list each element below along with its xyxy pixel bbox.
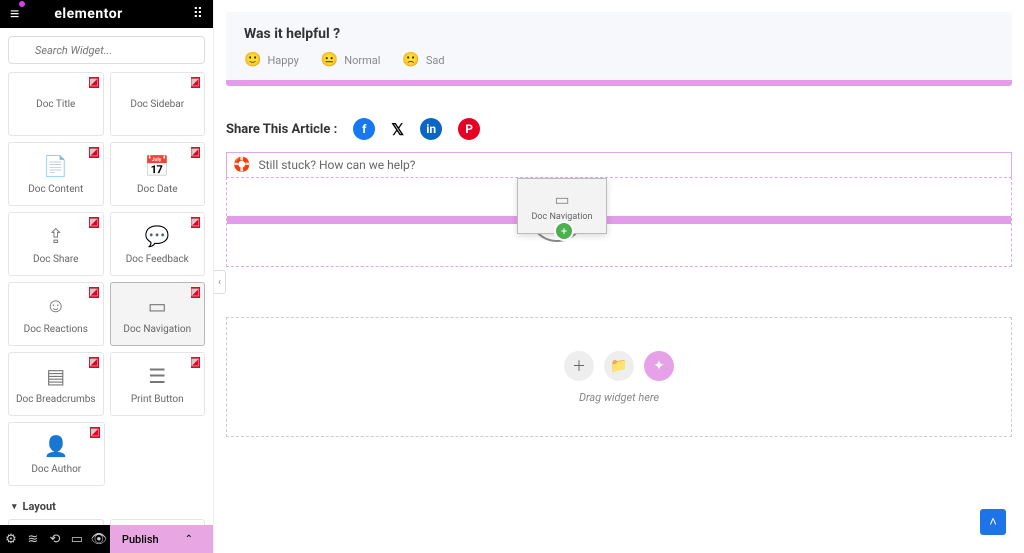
doc-navigation-icon: ▭ bbox=[148, 294, 167, 318]
doc-share-icon: ⇪ bbox=[47, 224, 64, 248]
widget-label: Doc Content bbox=[28, 184, 83, 195]
doc-author-icon: 👤 bbox=[44, 434, 69, 458]
editor-sidebar: ≡ elementor ⠿ 🔍 ◩ Doc Title ◩ Doc Sidebar … bbox=[0, 0, 214, 553]
widget-label: Doc Navigation bbox=[123, 324, 191, 335]
ghost-label: Doc Navigation bbox=[532, 212, 593, 222]
widget-container[interactable]: ▭ bbox=[8, 519, 104, 525]
widget-label: Doc Title bbox=[36, 99, 75, 110]
chevron-up-icon[interactable]: ⌃ bbox=[185, 534, 193, 545]
active-section[interactable]: ▭ Doc Navigation + bbox=[226, 177, 1012, 267]
widget-doc-content[interactable]: ◩ 📄 Doc Content bbox=[8, 142, 104, 206]
widget-doc-navigation[interactable]: ◩ ▭ Doc Navigation bbox=[110, 282, 206, 346]
pin-icon: ◩ bbox=[191, 357, 200, 368]
pin-icon: ◩ bbox=[89, 77, 98, 88]
widget-label: Doc Reactions bbox=[24, 324, 88, 335]
dropzone-text: Drag widget here bbox=[579, 391, 659, 404]
widget-panel: ◩ Doc Title ◩ Doc Sidebar ◩ 📄 Doc Content ◩ 📅… bbox=[0, 72, 213, 525]
sad-icon: 🙁 bbox=[402, 52, 419, 68]
pin-icon: ◩ bbox=[89, 357, 98, 368]
support-icon: 🛟 bbox=[233, 157, 250, 173]
add-icon: + bbox=[556, 223, 572, 239]
widget-doc-reactions[interactable]: ◩ ☺ Doc Reactions bbox=[8, 282, 104, 346]
happy-icon: 🙂 bbox=[244, 52, 261, 68]
pin-icon: ◩ bbox=[191, 77, 200, 88]
widget-label: Doc Breadcrumbs bbox=[16, 394, 96, 405]
widget-label: Doc Date bbox=[137, 184, 178, 195]
bottom-toolbar: ⚙ ≋ ⟲ ▭ 👁 Publish⌃ bbox=[0, 525, 213, 553]
doc-navigation-icon: ▭ bbox=[554, 190, 569, 209]
search-wrap: 🔍 bbox=[0, 28, 213, 72]
still-stuck-section[interactable]: 🛟 Still stuck? How can we help? bbox=[226, 152, 1012, 177]
doc-date-icon: 📅 bbox=[145, 154, 170, 178]
widget-doc-date[interactable]: ◩ 📅 Doc Date bbox=[110, 142, 206, 206]
empty-section[interactable]: ＋ 📁 ✦ Drag widget here bbox=[226, 317, 1012, 437]
sidebar-header: ≡ elementor ⠿ bbox=[0, 0, 213, 28]
widget-doc-share[interactable]: ◩ ⇪ Doc Share bbox=[8, 212, 104, 276]
widget-label: Doc Sidebar bbox=[130, 99, 184, 110]
doc-reactions-icon: ☺ bbox=[46, 293, 66, 318]
search-input[interactable] bbox=[8, 36, 205, 64]
stuck-text: Still stuck? How can we help? bbox=[258, 158, 415, 172]
feedback-title: Was it helpful ? bbox=[244, 26, 994, 42]
widget-grid[interactable]: ▦ bbox=[110, 519, 206, 525]
widget-label: Doc Share bbox=[33, 254, 78, 265]
navigator-icon[interactable]: ≋ bbox=[22, 532, 44, 547]
widget-doc-title[interactable]: ◩ Doc Title bbox=[8, 72, 104, 136]
widget-doc-feedback[interactable]: ◩ 💬 Doc Feedback bbox=[110, 212, 206, 276]
share-label: Share This Article : bbox=[226, 122, 337, 137]
doc-feedback-icon: 💬 bbox=[145, 224, 170, 248]
doc-breadcrumbs-icon: ▤ bbox=[46, 364, 65, 388]
dropzone-buttons: ＋ 📁 ✦ bbox=[564, 351, 674, 381]
doc-content-icon: 📄 bbox=[43, 154, 68, 178]
pin-icon: ◩ bbox=[90, 427, 99, 438]
reaction-normal[interactable]: 😐Normal bbox=[321, 52, 381, 68]
widget-label: Doc Author bbox=[31, 464, 81, 475]
pin-icon: ◩ bbox=[191, 217, 200, 228]
reaction-sad[interactable]: 🙁Sad bbox=[402, 52, 444, 68]
linkedin-icon[interactable]: in bbox=[420, 118, 442, 140]
brand-logo: elementor bbox=[54, 6, 122, 22]
widget-doc-breadcrumbs[interactable]: ◩ ▤ Doc Breadcrumbs bbox=[8, 352, 104, 416]
scroll-top-button[interactable]: ˄ bbox=[980, 509, 1006, 535]
pinterest-icon[interactable]: P bbox=[458, 118, 480, 140]
widget-print-button[interactable]: ◩ ☰ Print Button bbox=[110, 352, 206, 416]
widget-label: Print Button bbox=[131, 394, 184, 405]
ai-icon[interactable]: ✦ bbox=[644, 351, 674, 381]
responsive-icon[interactable]: ▭ bbox=[66, 532, 88, 547]
feedback-section[interactable]: Was it helpful ? 🙂Happy 😐Normal 🙁Sad bbox=[226, 12, 1012, 86]
share-section: Share This Article : f 𝕏 in P bbox=[226, 118, 1012, 140]
publish-button[interactable]: Publish⌃ bbox=[110, 525, 213, 553]
widget-label: Doc Feedback bbox=[126, 254, 189, 265]
add-widget-icon[interactable]: ＋ bbox=[564, 351, 594, 381]
reaction-happy[interactable]: 🙂Happy bbox=[244, 52, 299, 68]
section-layout[interactable]: Layout bbox=[8, 492, 205, 519]
pin-icon: ◩ bbox=[89, 217, 98, 228]
x-icon[interactable]: 𝕏 bbox=[391, 120, 404, 139]
collapse-sidebar[interactable]: ‹ bbox=[214, 270, 226, 294]
pin-icon: ◩ bbox=[191, 147, 200, 158]
feedback-reactions: 🙂Happy 😐Normal 🙁Sad bbox=[244, 52, 994, 68]
settings-icon[interactable]: ⚙ bbox=[0, 532, 22, 547]
facebook-icon[interactable]: f bbox=[353, 118, 375, 140]
pin-icon: ◩ bbox=[89, 147, 98, 158]
menu-icon[interactable]: ≡ bbox=[10, 4, 19, 24]
history-icon[interactable]: ⟲ bbox=[44, 532, 66, 547]
pin-icon: ◩ bbox=[89, 287, 98, 298]
drop-indicator bbox=[227, 216, 1011, 224]
template-icon[interactable]: 📁 bbox=[604, 351, 634, 381]
pin-icon: ◩ bbox=[191, 287, 200, 298]
drag-ghost: ▭ Doc Navigation + bbox=[517, 178, 607, 234]
preview-icon[interactable]: 👁 bbox=[88, 532, 110, 547]
widget-doc-author[interactable]: ◩ 👤 Doc Author bbox=[8, 422, 105, 486]
canvas: ‹ Was it helpful ? 🙂Happy 😐Normal 🙁Sad S… bbox=[214, 0, 1024, 553]
apps-icon[interactable]: ⠿ bbox=[193, 6, 203, 22]
widget-doc-sidebar[interactable]: ◩ Doc Sidebar bbox=[110, 72, 206, 136]
normal-icon: 😐 bbox=[321, 52, 338, 68]
print-icon: ☰ bbox=[148, 364, 166, 388]
